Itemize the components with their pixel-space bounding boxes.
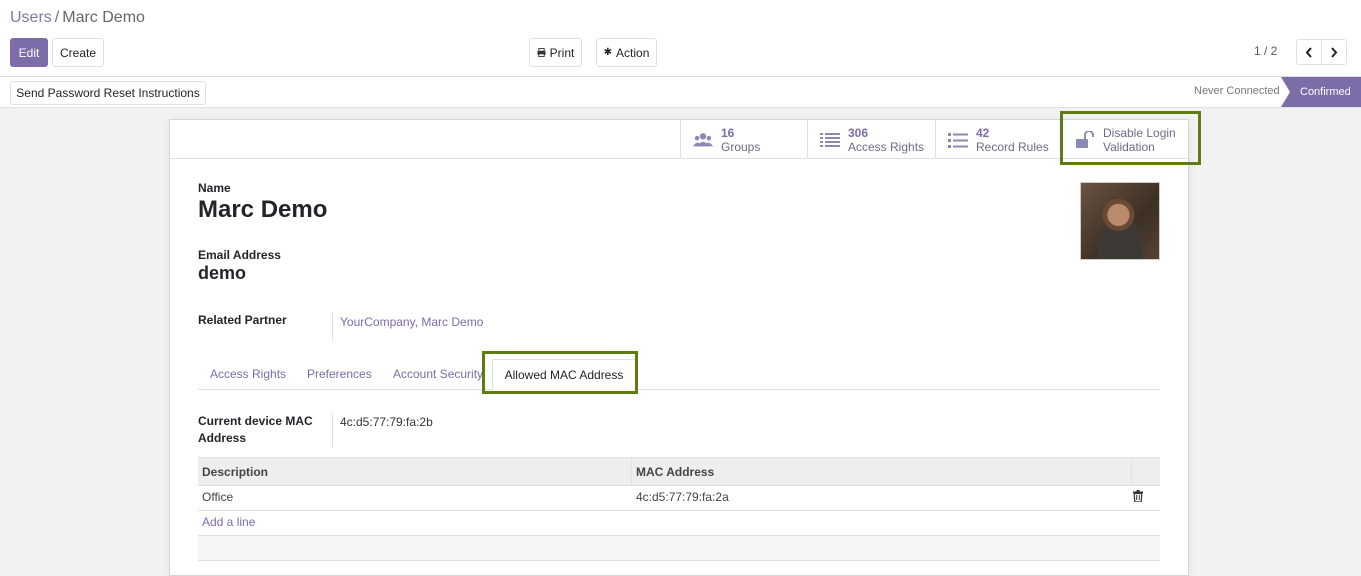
field-divider [332, 413, 333, 447]
disable-login-label-line2: Validation [1103, 139, 1155, 154]
record-rules-label: Record Rules [976, 139, 1049, 154]
mac-address-table: Description MAC Address Office 4c:d5:77:… [198, 457, 1160, 561]
email-value: demo [198, 263, 247, 283]
create-button[interactable]: Create [52, 38, 104, 67]
breadcrumb-users-link[interactable]: Users [10, 9, 52, 26]
add-line-link[interactable]: Add a line [202, 515, 255, 529]
record-rules-count: 42 [976, 125, 990, 140]
print-icon [537, 48, 546, 57]
breadcrumb-current: Marc Demo [62, 9, 145, 26]
send-password-reset-button[interactable]: Send Password Reset Instructions [10, 81, 206, 105]
name-value: Marc Demo [198, 196, 328, 223]
chevron-left-icon [1305, 46, 1312, 58]
control-panel: Users / Marc Demo Edit Create Print ✱ Acti… [0, 0, 1361, 77]
name-label: Name [198, 181, 231, 195]
status-confirmed-label: Confirmed [1300, 86, 1351, 98]
add-line-row: Add a line [198, 511, 1160, 536]
email-label: Email Address [198, 248, 281, 262]
list-icon [948, 131, 968, 149]
empty-table-row [198, 536, 1160, 561]
action-button[interactable]: ✱ Action [596, 38, 657, 67]
column-divider [1131, 458, 1132, 486]
pager-value[interactable]: 1 / 2 [1254, 44, 1277, 58]
groups-smart-button[interactable]: 16 Groups [680, 120, 807, 159]
status-never-connected: Never Connected [1194, 85, 1280, 97]
tab-account-security[interactable]: Account Security [393, 367, 483, 381]
users-icon [693, 131, 713, 149]
column-divider [631, 458, 632, 486]
avatar[interactable] [1080, 182, 1160, 260]
print-label: Print [549, 45, 575, 60]
current-mac-value: 4c:d5:77:79:fa:2b [340, 415, 433, 429]
gear-icon: ✱ [603, 47, 613, 58]
record-rules-smart-button[interactable]: 42 Record Rules [935, 120, 1062, 159]
action-label: Action [616, 45, 650, 60]
pager-previous-button[interactable] [1296, 39, 1322, 65]
form-sheet: 16 Groups 306 Access Rights 42 Record Ru… [169, 119, 1189, 576]
notebook-tabs: Access Rights Preferences Account Securi… [198, 357, 1160, 391]
tab-access-rights[interactable]: Access Rights [210, 367, 286, 381]
groups-count: 16 [721, 125, 735, 140]
trash-icon[interactable] [1133, 490, 1143, 505]
breadcrumb-separator: / [54, 9, 60, 26]
edit-button[interactable]: Edit [10, 38, 48, 67]
list-icon [820, 131, 840, 149]
tab-allowed-mac-address[interactable]: Allowed MAC Address [492, 359, 636, 391]
access-rights-count: 306 [848, 125, 869, 140]
row-description: Office [202, 490, 234, 504]
disable-login-validation-button[interactable]: Disable Login Validation [1062, 120, 1188, 159]
pager-next-button[interactable] [1321, 39, 1347, 65]
field-divider [332, 313, 333, 341]
chevron-right-icon [1331, 46, 1338, 58]
tab-preferences[interactable]: Preferences [307, 367, 372, 381]
unlock-icon [1075, 130, 1095, 149]
breadcrumb: Users / Marc Demo [10, 9, 145, 27]
print-button[interactable]: Print [529, 38, 582, 67]
disable-login-label-line1: Disable Login [1103, 125, 1176, 140]
smart-button-box: 16 Groups 306 Access Rights 42 Record Ru… [170, 120, 1188, 159]
current-mac-label: Current device MAC Address [198, 414, 313, 445]
table-header: Description MAC Address [198, 457, 1160, 486]
groups-label: Groups [721, 139, 761, 154]
statusbar: Send Password Reset Instructions Never C… [0, 77, 1361, 108]
column-mac-address[interactable]: MAC Address [636, 465, 714, 479]
access-rights-smart-button[interactable]: 306 Access Rights [807, 120, 935, 159]
status-confirmed: Confirmed [1281, 77, 1361, 107]
access-rights-label: Access Rights [848, 139, 925, 154]
row-mac-address: 4c:d5:77:79:fa:2a [636, 490, 729, 504]
table-row[interactable]: Office 4c:d5:77:79:fa:2a [198, 486, 1160, 511]
related-partner-link[interactable]: YourCompany, Marc Demo [340, 315, 483, 329]
related-partner-label: Related Partner [198, 313, 287, 327]
column-description[interactable]: Description [202, 465, 268, 479]
